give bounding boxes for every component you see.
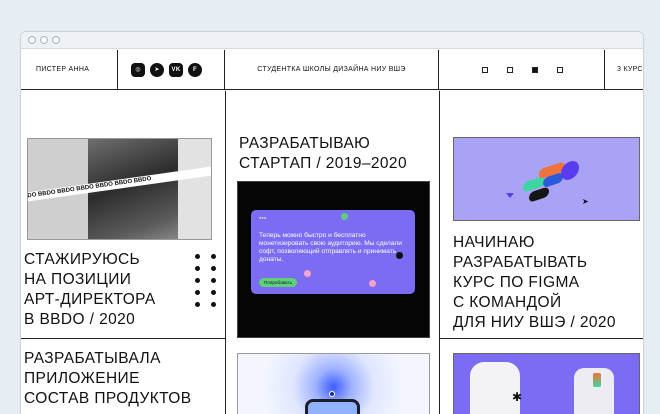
bbdo-photo: BBDO BBDO BBDO BBDO BBDO BBDO BBDO [27,138,212,240]
phone-mockup [305,399,360,414]
window-maximize-icon[interactable] [52,36,60,44]
figma-title: НАЧИНАЮ РАЗРАБАТЫВАТЬ КУРС ПО FIGMA С КО… [453,234,616,331]
project-card-figma[interactable]: ➤ НАЧИНАЮ РАЗРАБАТЫВАТЬ КУРС ПО FIGMA С … [440,91,643,414]
app-title: РАЗРАБАТЫВАЛА ПРИЛОЖЕНИЕ СОСТАВ ПРОДУКТО… [24,350,192,407]
site-header: ПИСТЕР АННА ◎ ➤ vk f СТУДЕНТКА ШКОЛЫ ДИЗ… [21,50,643,90]
vk-icon[interactable]: vk [169,62,183,77]
telegram-icon[interactable]: ➤ [150,62,164,77]
view-option-4-icon[interactable] [557,66,563,73]
startup-title: РАЗРАБАТЫВАЮ СТАРТАП / 2019–2020 [239,135,407,172]
grid-divider [439,338,643,339]
window-close-icon[interactable] [28,36,36,44]
view-option-1-icon[interactable] [482,66,488,73]
portfolio-grid: BBDO BBDO BBDO BBDO BBDO BBDO BBDO СТАЖИ… [21,91,643,414]
cursor-icon: ➤ [582,197,589,206]
project-card-startup[interactable]: РАЗРАБАТЫВАЮ СТАРТАП / 2019–2020 ●●● Теп… [226,91,439,414]
window-chrome [21,32,643,49]
app-preview-image [237,353,430,414]
browser-window: ПИСТЕР АННА ◎ ➤ vk f СТУДЕНТКА ШКОЛЫ ДИЗ… [20,31,644,414]
tagline: СТУДЕНТКА ШКОЛЫ ДИЗАЙНА НИУ ВШЭ [225,50,439,89]
facebook-icon[interactable]: f [188,62,202,77]
project-card-app[interactable]: РАЗРАБАТЫВАЛА ПРИЛОЖЕНИЕ СОСТАВ ПРОДУКТО… [21,339,225,414]
course-label: 3 КУРС [617,66,643,73]
hoodie-image [470,362,520,414]
merch-image: ✱ [453,353,640,414]
view-option-2-icon[interactable] [507,66,513,73]
project-card-bbdo[interactable]: BBDO BBDO BBDO BBDO BBDO BBDO BBDO СТАЖИ… [21,91,225,338]
try-button[interactable]: Попробовать [259,278,297,287]
bbdo-title: СТАЖИРУЮСЬ НА ПОЗИЦИИ АРТ-ДИРЕКТОРА В BB… [24,251,156,328]
figma-illustration: ➤ [453,137,640,221]
window-minimize-icon[interactable] [40,36,48,44]
social-links: ◎ ➤ vk f [118,50,225,89]
map-pin-icon [329,391,335,397]
author-name[interactable]: ПИСТЕР АННА [21,50,118,89]
view-option-3-icon[interactable] [532,66,538,73]
more-dots-icon[interactable] [195,254,219,307]
startup-description: Теперь можно быстро и бесплатно монетизи… [259,232,402,263]
logo-icon [341,213,348,220]
startup-screen: ●●● Теперь можно быстро и бесплатно моне… [237,181,430,338]
startup-app-card: ●●● Теперь можно быстро и бесплатно моне… [251,210,415,294]
view-switcher [439,50,605,89]
instagram-icon[interactable]: ◎ [131,62,145,77]
